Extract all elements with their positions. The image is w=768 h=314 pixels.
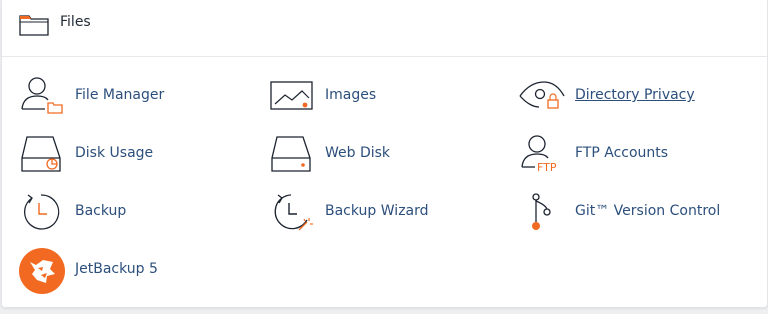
ftp-accounts-link[interactable]: FTP FTP Accounts bbox=[519, 134, 749, 174]
backup-wizard-link[interactable]: Backup Wizard bbox=[269, 192, 469, 232]
backup-label: Backup bbox=[75, 203, 127, 219]
svg-text:FTP: FTP bbox=[537, 161, 557, 174]
directory-privacy-label: Directory Privacy bbox=[575, 87, 695, 103]
files-panel: Files File Manager Images Directory Priv… bbox=[1, 0, 768, 308]
backup-icon bbox=[19, 192, 65, 232]
git-version-control-link[interactable]: Git™ Version Control bbox=[519, 192, 749, 232]
web-disk-icon bbox=[269, 134, 315, 174]
web-disk-link[interactable]: Web Disk bbox=[269, 134, 469, 174]
ftp-accounts-icon: FTP bbox=[519, 134, 565, 174]
folder-icon bbox=[19, 14, 49, 36]
images-link[interactable]: Images bbox=[269, 76, 469, 116]
web-disk-label: Web Disk bbox=[325, 145, 391, 161]
eye-icon bbox=[519, 76, 565, 116]
jetbackup-label: JetBackup 5 bbox=[75, 261, 158, 277]
backup-link[interactable]: Backup bbox=[19, 192, 219, 232]
image-icon bbox=[269, 76, 315, 116]
git-icon bbox=[519, 192, 565, 232]
panel-title: Files bbox=[60, 14, 91, 30]
ftp-accounts-label: FTP Accounts bbox=[575, 145, 669, 161]
backup-wizard-icon bbox=[269, 192, 315, 232]
directory-privacy-link[interactable]: Directory Privacy bbox=[519, 76, 749, 116]
file-manager-icon bbox=[19, 76, 65, 116]
jetbackup-icon bbox=[19, 248, 65, 294]
git-version-control-label: Git™ Version Control bbox=[575, 203, 721, 219]
disk-usage-label: Disk Usage bbox=[75, 145, 154, 161]
file-manager-label: File Manager bbox=[75, 87, 165, 103]
disk-usage-icon bbox=[19, 134, 65, 174]
backup-wizard-label: Backup Wizard bbox=[325, 203, 429, 219]
jetbackup-link[interactable]: JetBackup 5 bbox=[19, 248, 219, 294]
file-manager-link[interactable]: File Manager bbox=[19, 76, 219, 116]
images-label: Images bbox=[325, 87, 377, 103]
disk-usage-link[interactable]: Disk Usage bbox=[19, 134, 219, 174]
panel-header: Files bbox=[2, 0, 767, 57]
